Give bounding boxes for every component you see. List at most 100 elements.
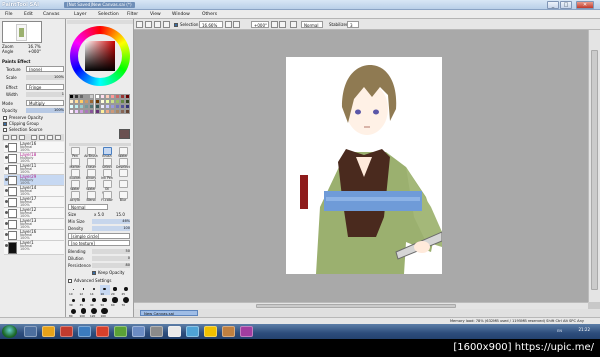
min-size-slider[interactable]: 46% (92, 219, 130, 224)
start-button[interactable] (2, 325, 17, 338)
transfer-down-icon[interactable] (31, 135, 37, 140)
selection-source-toggle[interactable]: Selection Source (3, 127, 42, 132)
taskbar-browser-icon[interactable] (78, 326, 91, 337)
selection-source-checkbox[interactable] (3, 128, 7, 132)
delete-layer-icon[interactable] (55, 135, 61, 140)
brush-size-option[interactable]: 14 (89, 285, 99, 296)
zoom-field[interactable]: 16.66% (199, 21, 223, 28)
menu-layer[interactable]: Layer (72, 11, 89, 18)
taskbar-opera-icon[interactable] (96, 326, 109, 337)
brush-size-option[interactable]: 120 (89, 307, 99, 318)
menu-view[interactable]: View (148, 11, 163, 18)
advanced-settings-toggle[interactable]: Advanced Settings (68, 278, 111, 283)
brush-size-option[interactable]: 50 (100, 296, 110, 307)
clear-layer-icon[interactable] (47, 135, 53, 140)
brush-size-option[interactable]: 12 (79, 285, 89, 296)
brush-size-option[interactable]: 25 (121, 285, 131, 296)
selection-checkbox[interactable] (174, 23, 178, 27)
taskbar-tool-icon[interactable] (150, 326, 163, 337)
taskbar-clock[interactable]: 21:22 (578, 327, 590, 332)
brush-size-option[interactable]: 20 (110, 285, 120, 296)
paper-effect-header[interactable]: Paints Effect (2, 59, 30, 64)
vertical-scrollbar[interactable] (588, 30, 600, 302)
density-slider[interactable]: 100 (92, 226, 130, 231)
document-tab[interactable]: New Canvas.sai 16% (140, 310, 198, 321)
preserve-opacity-toggle[interactable]: Preserve Opacity (3, 115, 43, 120)
rotate-left-icon[interactable] (271, 21, 278, 28)
brush-size-option[interactable]: 80 (68, 307, 78, 318)
menu-edit[interactable]: Edit (22, 11, 35, 18)
taskbar-media-icon[interactable] (132, 326, 145, 337)
keep-opacity-checkbox[interactable] (92, 271, 96, 275)
dilution-slider[interactable]: 0 (92, 256, 130, 261)
taskbar-skype-icon[interactable] (186, 326, 199, 337)
menu-others[interactable]: Others (200, 11, 219, 18)
undo-icon[interactable] (136, 21, 143, 28)
merge-down-icon[interactable] (39, 135, 45, 140)
layer-mode-select[interactable]: Multiply (26, 100, 64, 106)
brush-size-option[interactable]: 40 (89, 296, 99, 307)
size-multiplier[interactable]: x 5.0 (94, 212, 104, 217)
navigator-preview[interactable] (2, 21, 42, 43)
brush-size-option[interactable]: 160 (100, 307, 110, 318)
minimize-button[interactable]: _ (547, 1, 559, 9)
brush-size-option[interactable]: 16 (99, 285, 110, 296)
vertical-scroll-thumb[interactable] (591, 50, 598, 290)
current-color-swatch[interactable] (119, 129, 130, 139)
brush-size-option[interactable]: 100 (79, 307, 89, 318)
horizontal-scroll-thumb[interactable] (256, 304, 456, 308)
taskbar-folder-icon[interactable] (42, 326, 55, 337)
effect-select[interactable]: Fringe (26, 84, 64, 90)
color-mode-tabs[interactable] (67, 20, 133, 24)
selection-toggle[interactable]: Selection (174, 21, 198, 28)
keep-opacity-toggle[interactable]: Keep Opacity (92, 270, 125, 275)
preserve-opacity-checkbox[interactable] (3, 116, 7, 120)
layer-item[interactable]: Layer16 Normal 100% (4, 230, 64, 241)
color-wheel[interactable] (70, 26, 130, 86)
brush-mode-select[interactable]: Normal (68, 204, 108, 210)
menu-canvas[interactable]: Canvas (41, 11, 62, 18)
scale-slider[interactable]: 100% (26, 75, 64, 80)
brush-size-option[interactable]: 35 (79, 296, 89, 307)
system-tray-language[interactable]: EN (557, 329, 562, 333)
clipping-group-toggle[interactable]: Clipping Group (3, 121, 39, 126)
blend-mode-select[interactable]: Normal (301, 21, 323, 28)
blending-slider[interactable]: 50 (92, 249, 130, 254)
taskbar-player-icon[interactable] (240, 326, 253, 337)
brush-size-option[interactable]: 70 (121, 296, 131, 307)
size-value[interactable]: 15.0 (116, 212, 125, 217)
maximize-button[interactable]: □ (560, 1, 572, 9)
taskbar-messenger-icon[interactable] (204, 326, 217, 337)
texture-select[interactable]: (none) (26, 66, 64, 72)
menu-window[interactable]: Window (170, 11, 192, 18)
taskbar-paint-icon[interactable] (222, 326, 235, 337)
brush-shape-select[interactable]: [simple circle] (68, 233, 130, 239)
brush-size-option[interactable]: 10 (68, 285, 78, 296)
drawing-canvas[interactable] (286, 57, 442, 274)
brush-size-option[interactable]: 30 (68, 296, 78, 307)
tool-button[interactable] (119, 180, 128, 188)
color-swatch[interactable] (125, 109, 131, 115)
zoom-in-icon[interactable] (233, 21, 240, 28)
layer-item[interactable]: Layer1 Normal 100% (4, 241, 64, 255)
redo-icon[interactable] (145, 21, 152, 28)
taskbar-sai-icon[interactable] (168, 326, 181, 337)
zoom-out-icon[interactable] (225, 21, 232, 28)
horizontal-scrollbar[interactable] (134, 302, 588, 309)
rotate-right-icon[interactable] (279, 21, 286, 28)
menu-selection[interactable]: Selection (96, 11, 121, 18)
saturation-value-square[interactable] (85, 41, 115, 71)
menu-filter[interactable]: Filter (125, 11, 140, 18)
brush-size-option[interactable]: 60 (110, 296, 120, 307)
menu-file[interactable]: File (3, 11, 15, 18)
angle-field[interactable]: +000° (251, 21, 269, 28)
new-layer-icon[interactable] (3, 135, 9, 140)
persistence-slider[interactable]: 80 (92, 263, 130, 268)
brush-texture-select[interactable]: [no texture] (68, 240, 130, 246)
close-button[interactable]: ✕ (576, 1, 594, 9)
clipping-group-checkbox[interactable] (3, 122, 7, 126)
advanced-settings-checkbox[interactable] (68, 279, 72, 283)
width-slider[interactable]: 1 (26, 92, 64, 97)
deselect-icon[interactable] (154, 21, 161, 28)
flip-icon[interactable] (290, 21, 297, 28)
